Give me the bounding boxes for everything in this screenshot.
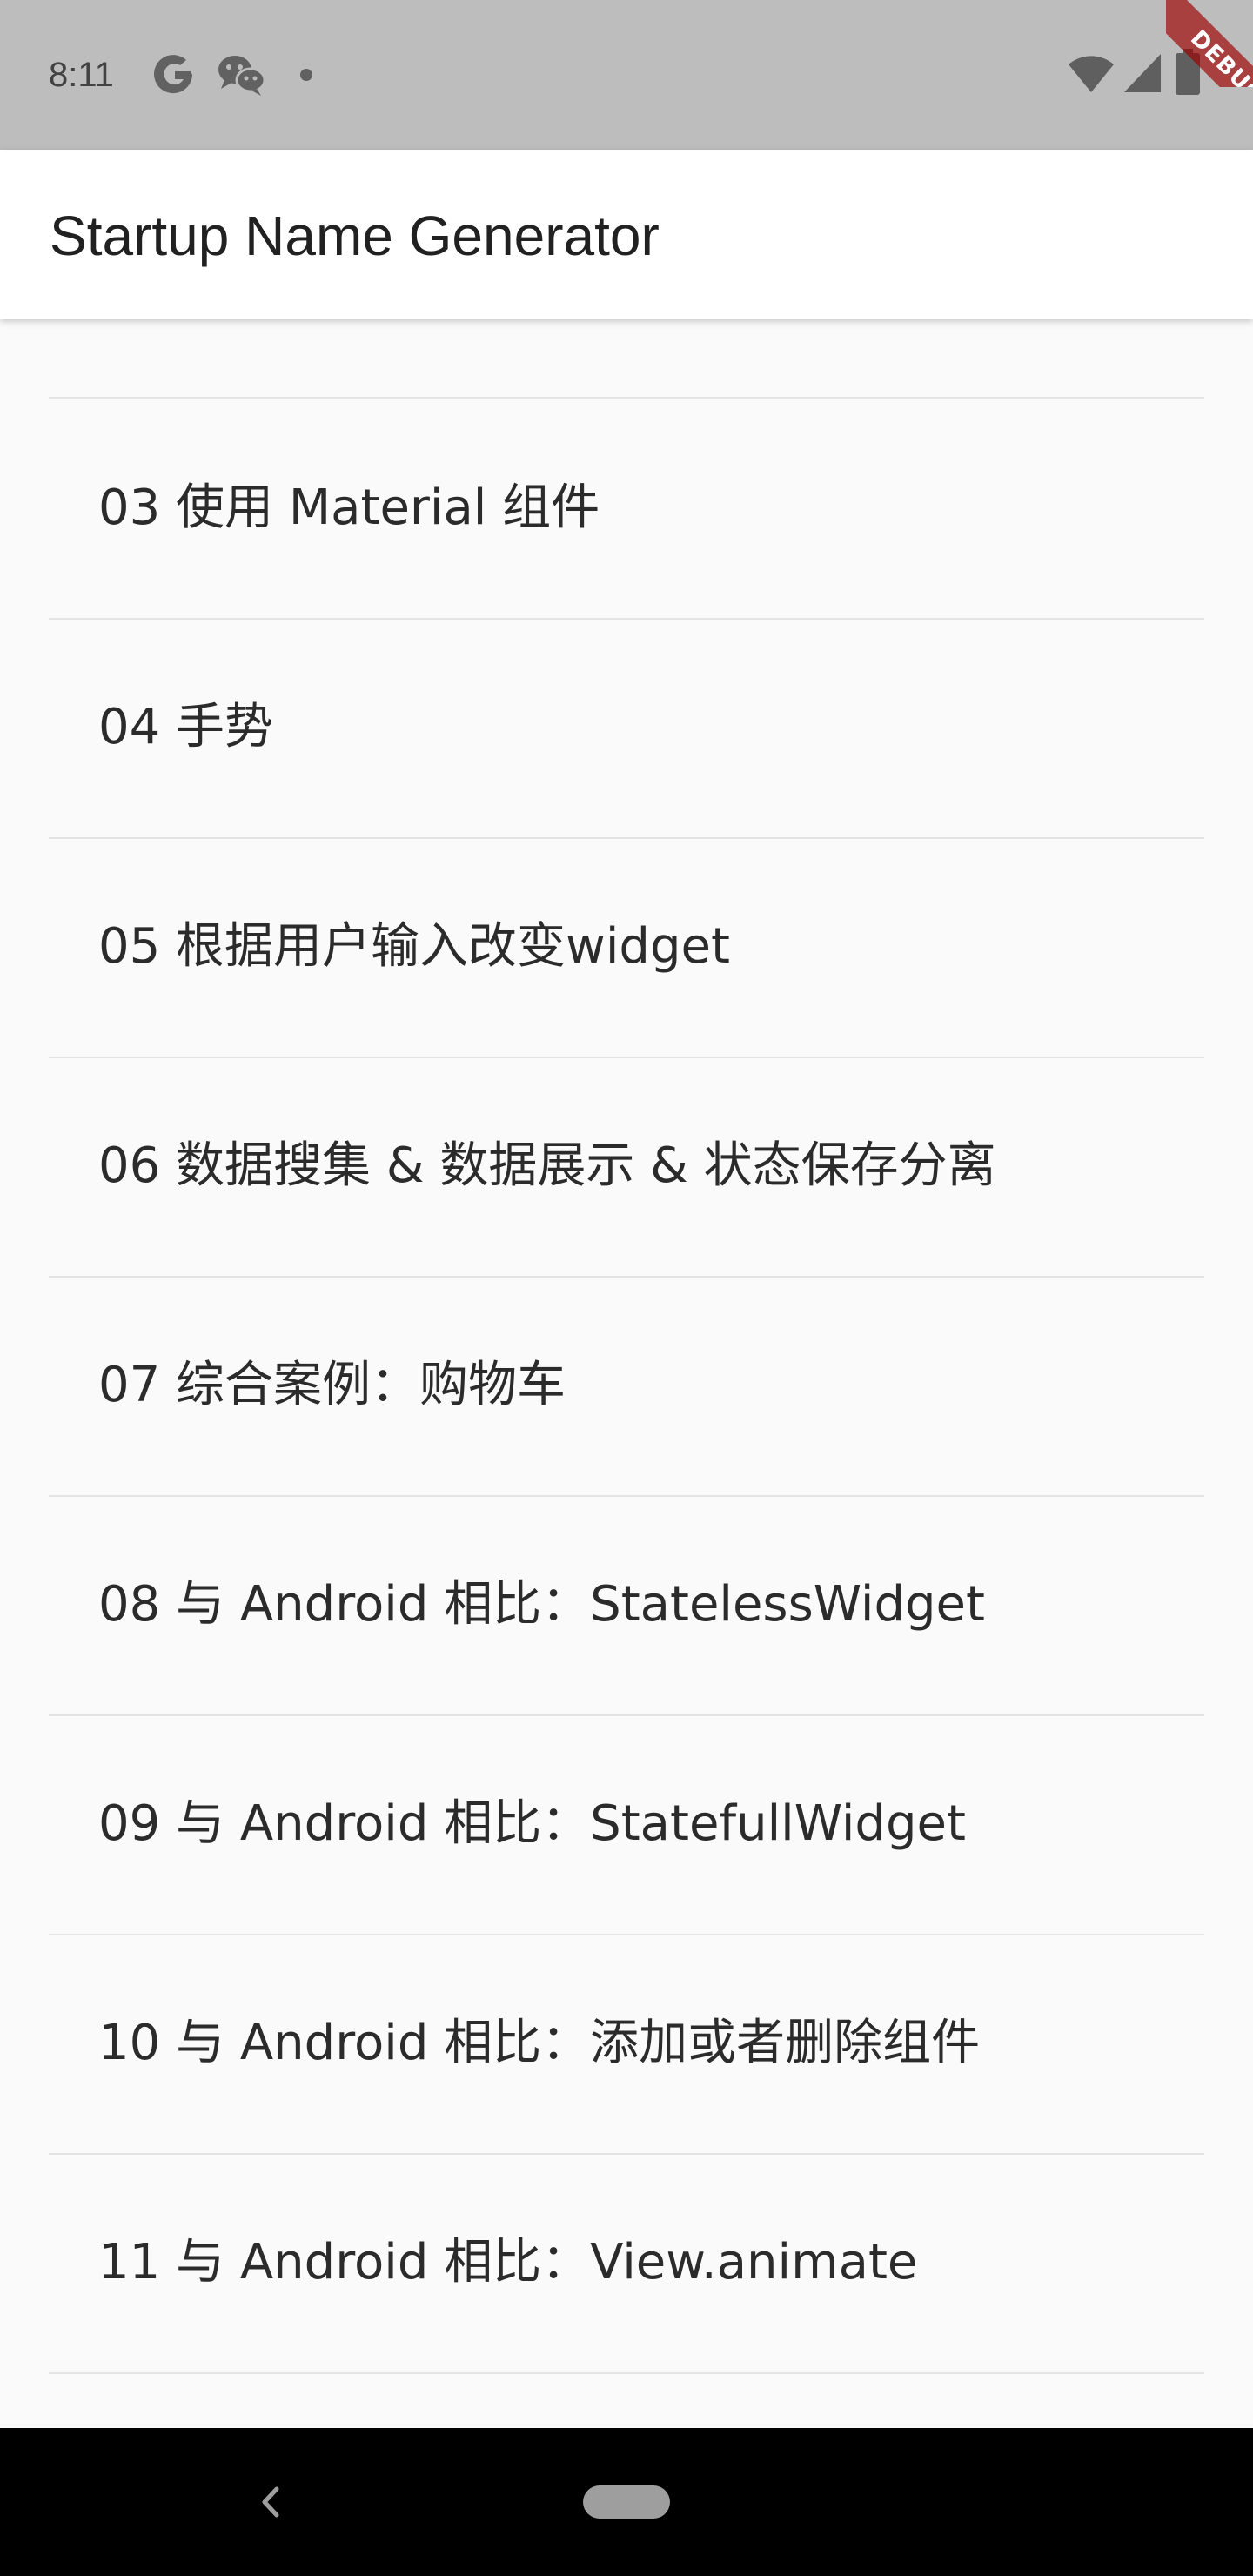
list-item-label: 04 手势	[98, 699, 274, 755]
list-item[interactable]: 09 与 Android 相比：StatefullWidget	[0, 1714, 1253, 1934]
debug-label: DEBUG	[1166, 0, 1253, 87]
notification-dot-icon	[300, 69, 312, 81]
system-nav-bar	[0, 2428, 1253, 2576]
list-item[interactable]: 08 与 Android 相比：StatelessWidget	[0, 1495, 1253, 1714]
page-title: Startup Name Generator	[50, 205, 660, 267]
list-item-label: 05 根据用户输入改变widget	[98, 918, 730, 975]
list-item-label: 08 与 Android 相比：StatelessWidget	[98, 1576, 985, 1633]
cellular-signal-icon	[1124, 54, 1161, 92]
list-item-label: 07 综合案例：购物车	[98, 1357, 566, 1413]
list-item-label: 09 与 Android 相比：StatefullWidget	[98, 1795, 966, 1852]
list-item-label: 06 数据搜集 & 数据展示 & 状态保存分离	[98, 1137, 996, 1194]
wifi-icon	[1069, 56, 1114, 92]
list-item[interactable]: 05 根据用户输入改变widget	[0, 837, 1253, 1057]
list-item[interactable]: 10 与 Android 相比：添加或者删除组件	[0, 1934, 1253, 2153]
status-time: 8:11	[49, 56, 114, 94]
back-icon[interactable]	[244, 2463, 296, 2541]
list-item-label: 11 与 Android 相比：View.animate	[98, 2234, 918, 2291]
status-bar: 8:11	[0, 0, 1253, 150]
list-item[interactable]: 03 使用 Material 组件	[0, 399, 1253, 618]
debug-banner: DEBUG	[1166, 0, 1253, 87]
wechat-icon	[218, 56, 266, 96]
list-item[interactable]: 07 综合案例：购物车	[0, 1276, 1253, 1495]
list-item[interactable]: 06 数据搜集 & 数据展示 & 状态保存分离	[0, 1057, 1253, 1276]
list-item[interactable]: 04 手势	[0, 618, 1253, 837]
list-divider	[49, 2372, 1204, 2374]
app-bar: Startup Name Generator	[0, 150, 1253, 319]
home-pill-icon[interactable]	[583, 2485, 670, 2519]
list-item[interactable]: 11 与 Android 相比：View.animate	[0, 2153, 1253, 2372]
google-icon	[154, 55, 192, 94]
list: 03 使用 Material 组件 04 手势 05 根据用户输入改变widge…	[0, 319, 1253, 2428]
list-item-label: 10 与 Android 相比：添加或者删除组件	[98, 2015, 981, 2071]
list-item-label: 03 使用 Material 组件	[98, 480, 600, 536]
